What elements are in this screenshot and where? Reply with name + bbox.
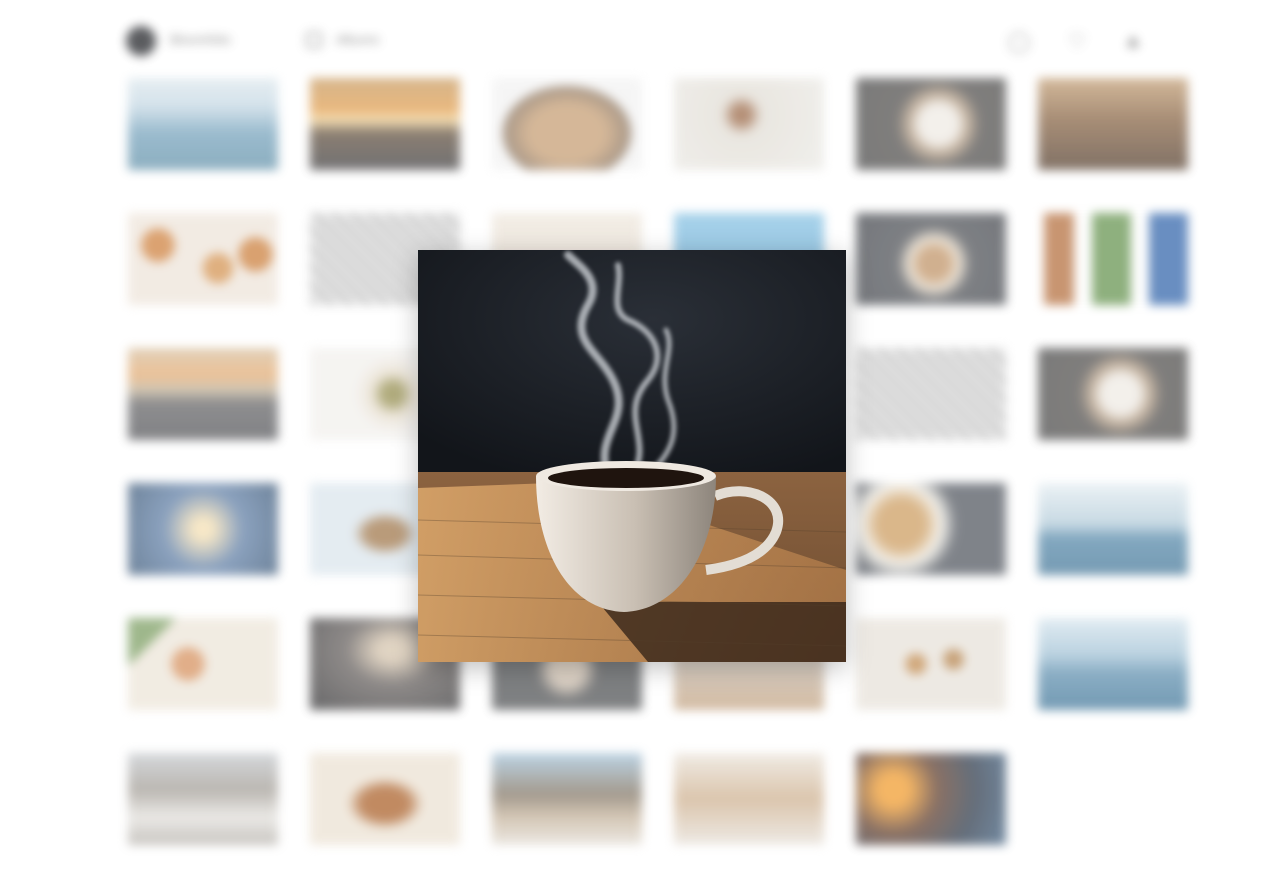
photo-thumbnail[interactable] <box>128 483 278 575</box>
photo-gallery-screen: Bloomfolio Albums ◯ ♡ ▲ <box>0 0 1280 896</box>
photo-thumbnail[interactable] <box>1038 618 1188 710</box>
photo-thumbnail[interactable] <box>310 78 460 170</box>
gallery-top-bar: Bloomfolio Albums ◯ ♡ ▲ <box>124 22 1152 60</box>
photo-thumbnail[interactable] <box>492 753 642 845</box>
user-icon[interactable]: ▲ <box>1120 28 1146 54</box>
lightbox-photo[interactable] <box>418 250 846 662</box>
photo-thumbnail[interactable] <box>128 78 278 170</box>
photo-thumbnail[interactable] <box>1038 483 1188 575</box>
photo-thumbnail[interactable] <box>128 213 278 305</box>
photo-thumbnail[interactable] <box>856 753 1006 845</box>
photo-thumbnail[interactable] <box>128 618 278 710</box>
photo-thumbnail[interactable] <box>674 78 824 170</box>
photo-thumbnail[interactable] <box>492 78 642 170</box>
search-icon[interactable]: ◯ <box>1006 28 1032 54</box>
photo-thumbnail[interactable] <box>1038 78 1188 170</box>
photo-thumbnail[interactable] <box>856 213 1006 305</box>
photo-thumbnail[interactable] <box>128 753 278 845</box>
app-name: Bloomfolio <box>170 32 231 47</box>
app-logo[interactable] <box>126 26 156 56</box>
photo-thumbnail[interactable] <box>674 753 824 845</box>
photo-thumbnail[interactable] <box>1038 213 1188 305</box>
photo-thumbnail[interactable] <box>310 753 460 845</box>
photo-thumbnail[interactable] <box>1038 348 1188 440</box>
photo-thumbnail[interactable] <box>856 78 1006 170</box>
heart-icon[interactable]: ♡ <box>1064 28 1090 54</box>
photo-thumbnail[interactable] <box>856 348 1006 440</box>
photo-thumbnail[interactable] <box>856 618 1006 710</box>
albums-link[interactable]: Albums <box>336 32 379 47</box>
coffee-cup-photo <box>418 250 846 662</box>
photo-thumbnail[interactable] <box>856 483 1006 575</box>
album-icon[interactable] <box>306 32 322 48</box>
photo-thumbnail[interactable] <box>128 348 278 440</box>
